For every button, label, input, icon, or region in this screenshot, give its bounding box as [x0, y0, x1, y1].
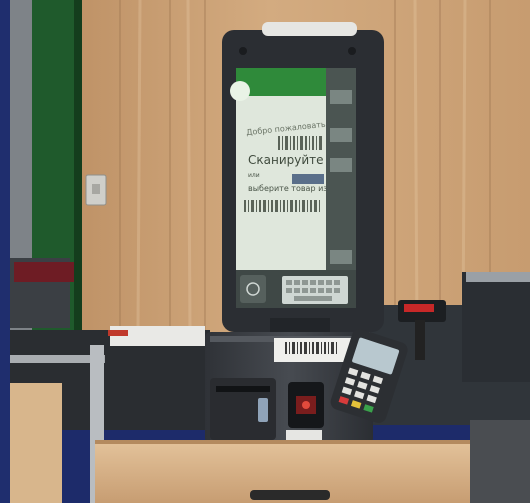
- photo-canvas: [0, 0, 530, 503]
- left-wood-box: [10, 383, 62, 503]
- left-frame: [0, 0, 10, 503]
- kiosk-top-light: [262, 22, 357, 36]
- screen-or-text: или: [248, 172, 260, 179]
- help-button[interactable]: [240, 275, 266, 303]
- kiosk-neck: [270, 318, 330, 334]
- screen-headline: Сканируйте штрих: [248, 153, 326, 167]
- screen-select-text: выберите товар из ката: [248, 184, 326, 193]
- self-checkout-photo: Добро пожаловать Сканируйте штрих или вы…: [0, 0, 530, 503]
- background-terminal: [462, 272, 530, 382]
- screen-button[interactable]: [292, 174, 324, 184]
- brand-logo-icon: [230, 81, 250, 101]
